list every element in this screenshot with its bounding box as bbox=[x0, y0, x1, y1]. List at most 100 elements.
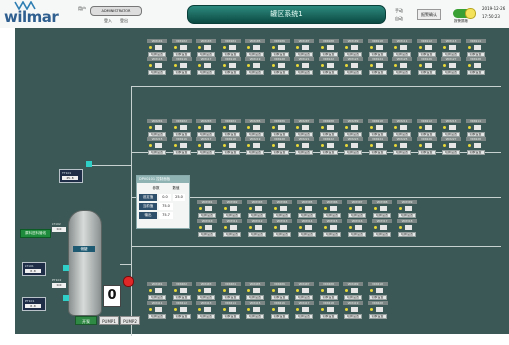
panel-setpoint-value-2[interactable]: 25.0 bbox=[173, 194, 185, 201]
valve-icon[interactable] bbox=[204, 143, 211, 148]
valve-switch-button[interactable]: 切换设置 bbox=[221, 314, 240, 319]
valve-icon[interactable] bbox=[253, 63, 260, 68]
valve-switch-button[interactable]: 切换设置 bbox=[319, 70, 338, 75]
valve-icon[interactable] bbox=[473, 125, 481, 130]
valve-icon[interactable] bbox=[449, 143, 456, 148]
valve-unit[interactable]: VD0107 切换设置 bbox=[294, 39, 314, 57]
inlet-valve-icon[interactable] bbox=[86, 161, 92, 167]
valve-icon[interactable] bbox=[230, 206, 237, 211]
valve-icon[interactable] bbox=[351, 307, 358, 312]
valve-unit[interactable]: VD0227 切换设置 bbox=[441, 137, 461, 155]
valve-unit[interactable]: VD0101 切换设置 bbox=[147, 39, 167, 57]
valve-icon[interactable] bbox=[204, 307, 211, 312]
pump-icon[interactable] bbox=[123, 276, 134, 287]
valve-switch-button[interactable]: 切换设置 bbox=[368, 295, 387, 300]
valve-icon[interactable] bbox=[204, 288, 211, 293]
valve-switch-button[interactable]: 切换设置 bbox=[323, 232, 341, 237]
valve-unit[interactable]: VD0125 切换设置 bbox=[392, 57, 412, 75]
valve-unit[interactable]: VD0116 切换设置 bbox=[171, 57, 192, 75]
valve-unit[interactable]: VD0113 切换设置 bbox=[441, 39, 461, 57]
valve-icon[interactable] bbox=[302, 45, 309, 50]
valve-unit[interactable]: VD0413 切换设置 bbox=[196, 301, 216, 319]
valve-unit[interactable]: VD0106 切换设置 bbox=[269, 39, 290, 57]
valve-switch-button[interactable]: 切换设置 bbox=[197, 314, 215, 319]
valve-unit[interactable]: VD0104 切换设置 bbox=[220, 39, 241, 57]
valve-unit[interactable]: VD0304 切换设置 bbox=[272, 200, 292, 218]
valve-unit[interactable]: VD0308 切换设置 bbox=[372, 200, 392, 218]
valve-icon[interactable] bbox=[204, 63, 211, 68]
valve-unit[interactable]: VD0102 切换设置 bbox=[171, 39, 192, 57]
valve-unit[interactable]: VD0124 切换设置 bbox=[367, 57, 388, 75]
valve-icon[interactable] bbox=[400, 63, 407, 68]
valve-unit[interactable]: VD0128 切换设置 bbox=[465, 57, 486, 75]
valve-unit[interactable]: VD0110 切换设置 bbox=[367, 39, 388, 57]
valve-switch-button[interactable]: 切换设置 bbox=[344, 150, 362, 155]
valve-switch-button[interactable]: 切换设置 bbox=[148, 295, 166, 300]
valve-unit[interactable]: VD0205 切换设置 bbox=[245, 119, 265, 137]
valve-unit[interactable]: VD0301 切换设置 bbox=[197, 200, 217, 218]
valve-unit[interactable]: VD0212 切换设置 bbox=[416, 119, 437, 137]
valve-icon[interactable] bbox=[179, 45, 187, 50]
valve-icon[interactable] bbox=[424, 45, 432, 50]
valve-icon[interactable] bbox=[375, 45, 383, 50]
valve-switch-button[interactable]: 切换设置 bbox=[442, 70, 460, 75]
valve-unit[interactable]: VD0114 切换设置 bbox=[465, 39, 486, 57]
valve-unit[interactable]: VD0409 切换设置 bbox=[343, 282, 363, 300]
valve-switch-button[interactable]: 切换设置 bbox=[373, 213, 391, 218]
valve-unit[interactable]: VD0416 切换设置 bbox=[269, 301, 290, 319]
valve-icon[interactable] bbox=[449, 45, 456, 50]
mode-manual-label[interactable]: 手动 bbox=[395, 8, 403, 14]
valve-unit[interactable]: VD0303 切换设置 bbox=[247, 200, 267, 218]
valve-unit[interactable]: VD0407 切换设置 bbox=[294, 282, 314, 300]
valve-icon[interactable] bbox=[302, 143, 309, 148]
valve-unit[interactable]: VD0120 切换设置 bbox=[269, 57, 290, 75]
valve-unit[interactable]: VD0208 切换设置 bbox=[318, 119, 339, 137]
valve-icon[interactable] bbox=[155, 125, 162, 130]
valve-unit[interactable]: VD0411 切换设置 bbox=[147, 301, 167, 319]
valve-switch-button[interactable]: 切换设置 bbox=[172, 295, 191, 300]
valve-switch-button[interactable]: 切换设置 bbox=[348, 213, 366, 218]
valve-unit[interactable]: VD0224 切换设置 bbox=[367, 137, 388, 155]
valve-unit[interactable]: VD0213 切换设置 bbox=[441, 119, 461, 137]
valve-unit[interactable]: VD0226 切换设置 bbox=[416, 137, 437, 155]
valve-icon[interactable] bbox=[355, 206, 362, 211]
valve-icon[interactable] bbox=[330, 225, 337, 230]
valve-unit[interactable]: VD0210 切换设置 bbox=[367, 119, 388, 137]
valve-unit[interactable]: VD0228 切换设置 bbox=[465, 137, 486, 155]
toggle-knob[interactable] bbox=[465, 8, 476, 19]
valve-unit[interactable]: VD0115 切换设置 bbox=[147, 57, 167, 75]
valve-icon[interactable] bbox=[228, 63, 236, 68]
valve-unit[interactable]: VD0307 切换设置 bbox=[347, 200, 367, 218]
panel-output-value[interactable]: 75.7 bbox=[159, 212, 173, 219]
valve-switch-button[interactable]: 切换设置 bbox=[368, 70, 387, 75]
valve-switch-button[interactable]: 切换设置 bbox=[273, 232, 291, 237]
valve-unit[interactable]: VD0216 切换设置 bbox=[171, 137, 192, 155]
valve-unit[interactable]: VD0402 切换设置 bbox=[171, 282, 192, 300]
valve-icon[interactable] bbox=[326, 45, 334, 50]
valve-unit[interactable]: VD0302 切换设置 bbox=[222, 200, 242, 218]
valve-switch-button[interactable]: 切换设置 bbox=[393, 70, 411, 75]
valve-switch-button[interactable]: 切换设置 bbox=[368, 150, 387, 155]
valve-switch-button[interactable]: 切换设置 bbox=[298, 232, 316, 237]
login-button[interactable]: 登入 bbox=[104, 17, 112, 24]
valve-unit[interactable]: VD0126 切换设置 bbox=[416, 57, 437, 75]
valve-unit[interactable]: VD0127 切换设置 bbox=[441, 57, 461, 75]
valve-unit[interactable]: VD0209 切换设置 bbox=[343, 119, 363, 137]
valve-icon[interactable] bbox=[255, 225, 262, 230]
valve-unit[interactable]: VD0223 切换设置 bbox=[343, 137, 363, 155]
valve-unit[interactable]: VD0414 切换设置 bbox=[220, 301, 241, 319]
valve-switch-button[interactable]: 切换设置 bbox=[197, 295, 215, 300]
valve-switch-button[interactable]: 切换设置 bbox=[246, 70, 264, 75]
valve-switch-button[interactable]: 切换设置 bbox=[398, 232, 416, 237]
valve-icon[interactable] bbox=[424, 125, 432, 130]
valve-icon[interactable] bbox=[204, 125, 211, 130]
valve-switch-button[interactable]: 切换设置 bbox=[398, 213, 416, 218]
valve-icon[interactable] bbox=[277, 288, 285, 293]
valve-icon[interactable] bbox=[253, 125, 260, 130]
valve-icon[interactable] bbox=[326, 125, 334, 130]
valve-icon[interactable] bbox=[449, 63, 456, 68]
valve-unit[interactable]: VD0201 切换设置 bbox=[147, 119, 167, 137]
valve-unit[interactable]: VD0314 切换设置 bbox=[297, 219, 317, 237]
valve-switch-button[interactable]: 切换设置 bbox=[148, 150, 166, 155]
valve-icon[interactable] bbox=[400, 125, 407, 130]
